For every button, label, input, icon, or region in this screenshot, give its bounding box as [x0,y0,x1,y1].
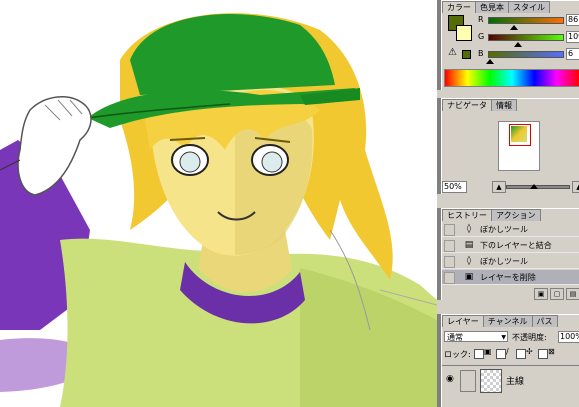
r-slider[interactable] [488,17,564,24]
color-panel: カラー色見本スタイル R 86 G 109 ⚠ B 6 [441,0,579,90]
tab-layers[interactable]: レイヤー [442,315,484,327]
g-value-field[interactable]: 109 [566,31,579,43]
b-slider-handle[interactable] [486,59,494,64]
opacity-label: 不透明度: [512,333,547,342]
palette-dock: カラー色見本スタイル R 86 G 109 ⚠ B 6 ナビゲータ情報 50% … [437,0,579,407]
tab-styles[interactable]: スタイル [508,1,550,13]
history-item[interactable]: ▤ 下のレイヤーと結合 [442,238,579,253]
b-slider[interactable] [488,51,564,58]
opacity-field[interactable]: 100% [558,331,579,343]
history-snapshot-checkbox[interactable] [444,272,455,284]
color-spectrum-bar[interactable] [444,69,579,87]
history-snapshot-checkbox[interactable] [444,224,455,236]
gamut-warning-icon[interactable]: ⚠ [448,47,457,58]
blur-icon: ◊ [466,224,472,234]
lock-label: ロック: [444,350,471,359]
tab-channels[interactable]: チャンネル [482,315,533,327]
navigator-view-box[interactable] [509,124,531,146]
blend-mode-select[interactable]: 通常 ▼ [444,331,508,342]
history-snapshot-checkbox[interactable] [444,240,455,252]
illustration [0,0,437,407]
history-item-label: 下のレイヤーと結合 [480,241,552,250]
r-slider-handle[interactable] [510,25,518,30]
history-snapshot-checkbox[interactable] [444,256,455,268]
history-item[interactable]: ▣ レイヤーを削除 [442,270,579,285]
color-panel-tabs: カラー 色見本 スタイル [442,1,579,13]
delete-layer-icon: ▣ [464,272,474,282]
move-icon: ✢ [526,347,533,356]
layers-panel: レイヤーチャンネルパス 通常 ▼ 不透明度: 100% ロック: ▣ ∕ ✢ ⊠… [441,314,579,407]
layer-link-slot[interactable] [460,370,476,392]
document-canvas[interactable] [0,0,437,407]
tab-navigator[interactable]: ナビゲータ [442,99,492,111]
history-panel-tabs: ヒストリー アクション [442,209,579,221]
tab-paths[interactable]: パス [531,315,558,327]
b-value-field[interactable]: 6 [566,48,579,60]
navigator-preview[interactable] [498,121,540,171]
lock-icon: ⊠ [548,347,555,356]
history-item[interactable]: ◊ ぼかしツール [442,222,579,237]
lock-transparency-icon: ▣ [484,347,492,356]
new-document-icon[interactable]: ▣ [534,288,548,300]
g-slider[interactable] [488,34,564,41]
history-item[interactable]: ◊ ぼかしツール [442,254,579,269]
merge-icon: ▤ [464,240,474,250]
tab-history[interactable]: ヒストリー [442,209,492,221]
layers-panel-tabs: レイヤー チャンネル パス [442,315,579,327]
lock-paint-checkbox[interactable] [496,349,506,359]
zoom-in-button[interactable]: ▲ [572,181,579,193]
r-label: R [478,15,484,24]
blend-mode-value: 通常 [447,333,463,342]
zoom-slider-handle[interactable] [530,184,538,189]
zoom-value-field[interactable]: 50% [442,181,467,193]
tab-actions[interactable]: アクション [491,209,541,221]
layer-thumbnail[interactable] [480,369,502,393]
eye-icon[interactable]: ◉ [446,374,454,384]
tab-color[interactable]: カラー [442,1,476,13]
trash-icon[interactable]: ▤ [566,288,579,300]
tab-info[interactable]: 情報 [491,99,517,111]
g-slider-handle[interactable] [514,42,522,47]
background-color-swatch[interactable] [456,25,472,41]
layer-name: 主線 [506,377,525,387]
history-item-label: ぼかしツール [480,257,528,266]
lock-transparency-checkbox[interactable] [474,349,484,359]
b-label: B [478,49,484,58]
chevron-down-icon: ▼ [501,334,506,341]
history-item-label: ぼかしツール [480,225,528,234]
blur-icon: ◊ [466,256,472,266]
history-item-label: レイヤーを削除 [480,273,536,282]
tab-swatches[interactable]: 色見本 [475,1,509,13]
zoom-out-button[interactable]: ▲ [492,181,506,193]
history-panel: ヒストリー アクション ◊ ぼかしツール ▤ 下のレイヤーと結合 ◊ ぼかしツール… [441,208,579,300]
lock-move-checkbox[interactable] [516,349,526,359]
web-color-swatch[interactable] [462,50,471,59]
lock-all-checkbox[interactable] [538,349,548,359]
layer-row[interactable]: ◉ 主線 [442,365,579,394]
zoom-slider[interactable] [506,185,570,189]
brush-icon: ∕ [506,347,509,356]
g-label: G [478,32,485,41]
navigator-panel: ナビゲータ 情報 50% ▲ ▲ [441,98,579,194]
new-snapshot-icon[interactable]: ▢ [550,288,564,300]
r-value-field[interactable]: 86 [566,14,579,26]
navigator-panel-tabs: ナビゲータ 情報 [442,99,579,111]
